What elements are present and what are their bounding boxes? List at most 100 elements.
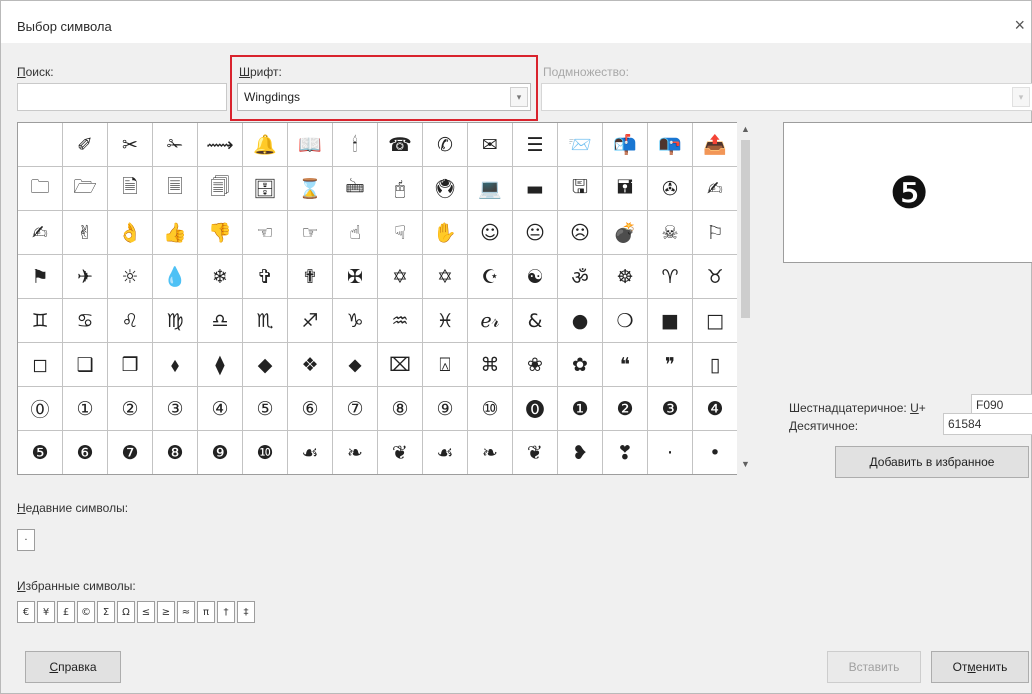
- help-button[interactable]: Справка: [25, 651, 121, 683]
- symbol-cell[interactable]: ❣: [603, 431, 648, 474]
- symbol-cell[interactable]: ♉: [693, 255, 738, 299]
- symbol-cell[interactable]: ❦: [513, 431, 558, 474]
- symbol-cell[interactable]: ❦: [378, 431, 423, 474]
- symbol-cell[interactable]: 👍: [153, 211, 198, 255]
- symbol-cell[interactable]: ❍: [603, 299, 648, 343]
- symbol-cell[interactable]: ⌘: [468, 343, 513, 387]
- symbol-cell[interactable]: 😐: [513, 211, 558, 255]
- symbol-cell[interactable]: 🗐: [198, 167, 243, 211]
- symbol-grid[interactable]: ✐ ✂ ✁ ⟿ 🔔 📖 🕯 ☎ ✆ ✉ ☰ 📨 📬 📭 📤 🗀 🗁 🗎 🗏 🗐 🗄 ⌛ 🖮 🖰 🖲 💻 ▬ 🖫 🖬 ✇ ✍ ✍ ✌ 👌 👍 👎 ☜ ☞ ☝ ☟…: [17, 122, 753, 475]
- symbol-cell[interactable]: ❒: [108, 343, 153, 387]
- symbol-cell[interactable]: ❝: [603, 343, 648, 387]
- symbol-cell[interactable]: ✇: [648, 167, 693, 211]
- symbol-cell[interactable]: ❞: [648, 343, 693, 387]
- favorite-symbol[interactable]: ©: [77, 601, 95, 623]
- symbol-cell[interactable]: ⚑: [18, 255, 63, 299]
- cancel-button[interactable]: От м енить: [931, 651, 1029, 683]
- symbol-cell[interactable]: ⌛: [288, 167, 333, 211]
- symbol-cell[interactable]: ℯ𝓇: [468, 299, 513, 343]
- favorite-symbol[interactable]: ≤: [137, 601, 155, 623]
- symbol-cell[interactable]: 🗁: [63, 167, 108, 211]
- symbol-cell[interactable]: ⑤: [243, 387, 288, 431]
- symbol-cell[interactable]: ☪: [468, 255, 513, 299]
- symbol-cell[interactable]: ❖: [288, 343, 333, 387]
- symbol-cell[interactable]: ❹: [693, 387, 738, 431]
- symbol-cell[interactable]: ♏: [243, 299, 288, 343]
- symbol-cell[interactable]: ♒: [378, 299, 423, 343]
- symbol-cell[interactable]: □: [693, 299, 738, 343]
- favorite-symbol[interactable]: ¥: [37, 601, 55, 623]
- symbol-cell[interactable]: ☜: [243, 211, 288, 255]
- symbol-cell[interactable]: ❥: [558, 431, 603, 474]
- symbol-cell[interactable]: [18, 123, 63, 167]
- symbol-cell[interactable]: 📬: [603, 123, 648, 167]
- symbol-cell[interactable]: ❑: [63, 343, 108, 387]
- symbol-cell[interactable]: ☼: [108, 255, 153, 299]
- symbol-cell[interactable]: ⍓: [423, 343, 468, 387]
- scroll-up-icon[interactable]: ▲: [737, 124, 754, 138]
- scroll-thumb[interactable]: [741, 140, 750, 318]
- symbol-cell[interactable]: ⑥: [288, 387, 333, 431]
- symbol-cell[interactable]: 🗏: [153, 167, 198, 211]
- symbol-cell[interactable]: 🗄: [243, 167, 288, 211]
- symbol-cell[interactable]: ✋: [423, 211, 468, 255]
- symbol-cell[interactable]: 🖬: [603, 167, 648, 211]
- symbol-cell[interactable]: 📖: [288, 123, 333, 167]
- symbol-cell[interactable]: ☙: [423, 431, 468, 474]
- symbol-cell[interactable]: 🖲: [423, 167, 468, 211]
- favorite-symbol[interactable]: ≈: [177, 601, 195, 623]
- symbol-cell[interactable]: ✁: [153, 123, 198, 167]
- symbol-cell[interactable]: ✐: [63, 123, 108, 167]
- symbol-cell[interactable]: 📤: [693, 123, 738, 167]
- symbol-cell[interactable]: 💣: [603, 211, 648, 255]
- favorite-symbol[interactable]: Ω: [117, 601, 135, 623]
- symbol-cell[interactable]: ✿: [558, 343, 603, 387]
- symbol-cell[interactable]: ♌: [108, 299, 153, 343]
- symbol-cell[interactable]: ❿: [243, 431, 288, 474]
- symbol-cell[interactable]: ④: [198, 387, 243, 431]
- symbol-cell[interactable]: ✡: [423, 255, 468, 299]
- symbol-cell[interactable]: ❀: [513, 343, 558, 387]
- symbol-cell[interactable]: ❽: [153, 431, 198, 474]
- symbol-cell[interactable]: ☠: [648, 211, 693, 255]
- symbol-cell[interactable]: ·: [648, 431, 693, 474]
- favorite-symbol[interactable]: π: [197, 601, 215, 623]
- symbol-cell[interactable]: 💧: [153, 255, 198, 299]
- symbol-cell[interactable]: ✌: [63, 211, 108, 255]
- symbol-cell[interactable]: ✡: [378, 255, 423, 299]
- symbol-cell[interactable]: ☞: [288, 211, 333, 255]
- symbol-cell[interactable]: ✂: [108, 123, 153, 167]
- add-favorite-button[interactable]: Добавить в избранное: [835, 446, 1029, 478]
- symbol-cell[interactable]: ✉: [468, 123, 513, 167]
- symbol-cell[interactable]: ②: [108, 387, 153, 431]
- symbol-cell[interactable]: ⟿: [198, 123, 243, 167]
- recent-symbol[interactable]: ·: [17, 529, 35, 551]
- symbol-cell[interactable]: ⬧: [153, 343, 198, 387]
- symbol-cell[interactable]: 👎: [198, 211, 243, 255]
- symbol-cell[interactable]: ☸: [603, 255, 648, 299]
- symbol-cell[interactable]: ❧: [468, 431, 513, 474]
- search-input[interactable]: [17, 83, 227, 111]
- symbol-cell[interactable]: ①: [63, 387, 108, 431]
- symbol-cell[interactable]: ☰: [513, 123, 558, 167]
- symbol-cell[interactable]: 👌: [108, 211, 153, 255]
- symbol-cell[interactable]: ❄: [198, 255, 243, 299]
- symbol-cell[interactable]: ☙: [288, 431, 333, 474]
- symbol-cell[interactable]: ❷: [603, 387, 648, 431]
- symbol-cell[interactable]: ❻: [63, 431, 108, 474]
- symbol-cell[interactable]: ☟: [378, 211, 423, 255]
- symbol-cell[interactable]: 🕯: [333, 123, 378, 167]
- symbol-cell[interactable]: ❧: [333, 431, 378, 474]
- symbol-cell[interactable]: ③: [153, 387, 198, 431]
- symbol-cell[interactable]: ☹: [558, 211, 603, 255]
- symbol-cell[interactable]: ■: [648, 299, 693, 343]
- symbol-cell[interactable]: ⑦: [333, 387, 378, 431]
- favorite-symbol[interactable]: ‡: [237, 601, 255, 623]
- favorite-symbol[interactable]: €: [17, 601, 35, 623]
- symbol-cell[interactable]: ✟: [288, 255, 333, 299]
- symbol-cell[interactable]: 🗎: [108, 167, 153, 211]
- symbol-cell[interactable]: ♈: [648, 255, 693, 299]
- symbol-cell[interactable]: ♎: [198, 299, 243, 343]
- symbol-cell[interactable]: ❺: [18, 431, 63, 474]
- symbol-cell[interactable]: ⧫: [198, 343, 243, 387]
